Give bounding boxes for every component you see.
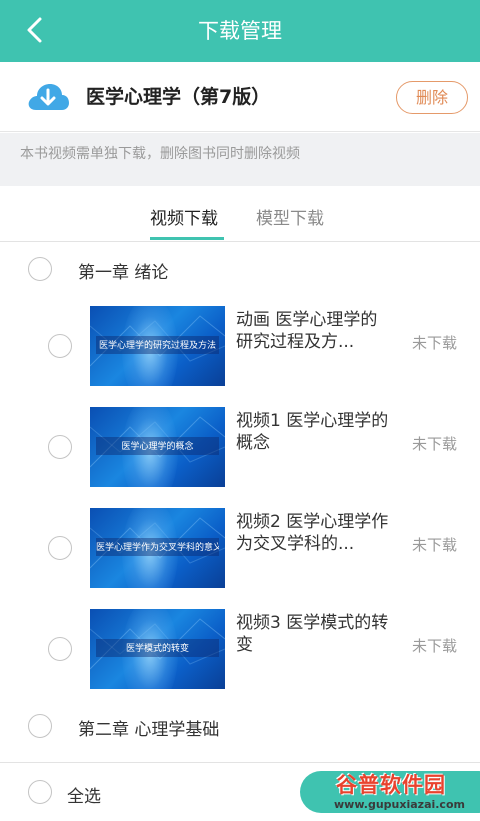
delete-button[interactable]: 删除 [396, 81, 468, 114]
video-2-status: 未下载 [412, 435, 458, 453]
active-tab-indicator [150, 237, 224, 240]
header-bar: 下载管理 [0, 0, 480, 62]
chapter-2-title: 第二章 心理学基础 [78, 720, 220, 740]
video-1-title: 动画 医学心理学的研究过程及方... [236, 310, 378, 352]
thumbnail-caption: 医学模式的转变 [125, 644, 189, 654]
notice-text: 本书视频需单独下载，删除图书同时删除视频 [20, 146, 300, 162]
thumbnail-caption: 医学心理学的研究过程及方法 [98, 341, 216, 351]
video-3-title: 视频2 医学心理学作为交叉学科的... [236, 512, 389, 554]
video-3-status: 未下载 [412, 536, 458, 554]
video-3-checkbox[interactable] [48, 536, 72, 560]
select-all-checkbox[interactable] [28, 780, 52, 804]
watermark-url: www.gupuxiazai.com [334, 798, 465, 811]
tab-bar: 视频下载 模型下载 [0, 186, 480, 242]
video-4-checkbox[interactable] [48, 637, 72, 661]
watermark-logo: 谷普软件园 www.gupuxiazai.com [330, 769, 480, 819]
video-4-title: 视频3 医学模式的转变 [236, 613, 389, 655]
thumbnail-caption: 医学心理学作为交叉学科的意义 [96, 543, 219, 553]
video-2-checkbox[interactable] [48, 435, 72, 459]
video-1-checkbox[interactable] [48, 334, 72, 358]
cloud-download-icon [28, 84, 69, 110]
page-title: 下载管理 [198, 19, 282, 43]
book-title: 医学心理学（第7版） [86, 86, 271, 108]
footer-bar: 全选 谷普软件园 www.gupuxiazai.com [0, 762, 480, 821]
video-1-status: 未下载 [412, 334, 458, 352]
thumbnail-caption: 医学心理学的概念 [121, 442, 194, 452]
video-4-thumbnail[interactable]: 医学模式的转变 [90, 609, 225, 689]
video-2-thumbnail[interactable]: 医学心理学的概念 [90, 407, 225, 487]
select-all-label[interactable]: 全选 [67, 782, 101, 807]
video-3-thumbnail[interactable]: 医学心理学作为交叉学科的意义 [90, 508, 225, 588]
video-2-title: 视频1 医学心理学的概念 [236, 411, 389, 453]
chapter-1-checkbox[interactable] [28, 257, 52, 281]
chapter-1-title: 第一章 绪论 [78, 263, 169, 283]
book-row: 医学心理学（第7版） 删除 [0, 62, 480, 132]
video-4-status: 未下载 [412, 637, 458, 655]
tab-video-download[interactable]: 视频下载 [150, 204, 218, 229]
notice-banner: 本书视频需单独下载，删除图书同时删除视频 [0, 133, 480, 186]
chapter-2-checkbox[interactable] [28, 714, 52, 738]
tab-model-download[interactable]: 模型下载 [256, 204, 324, 229]
watermark-name: 谷普软件园 [336, 773, 446, 797]
video-1-thumbnail[interactable]: 医学心理学的研究过程及方法 [90, 306, 225, 386]
